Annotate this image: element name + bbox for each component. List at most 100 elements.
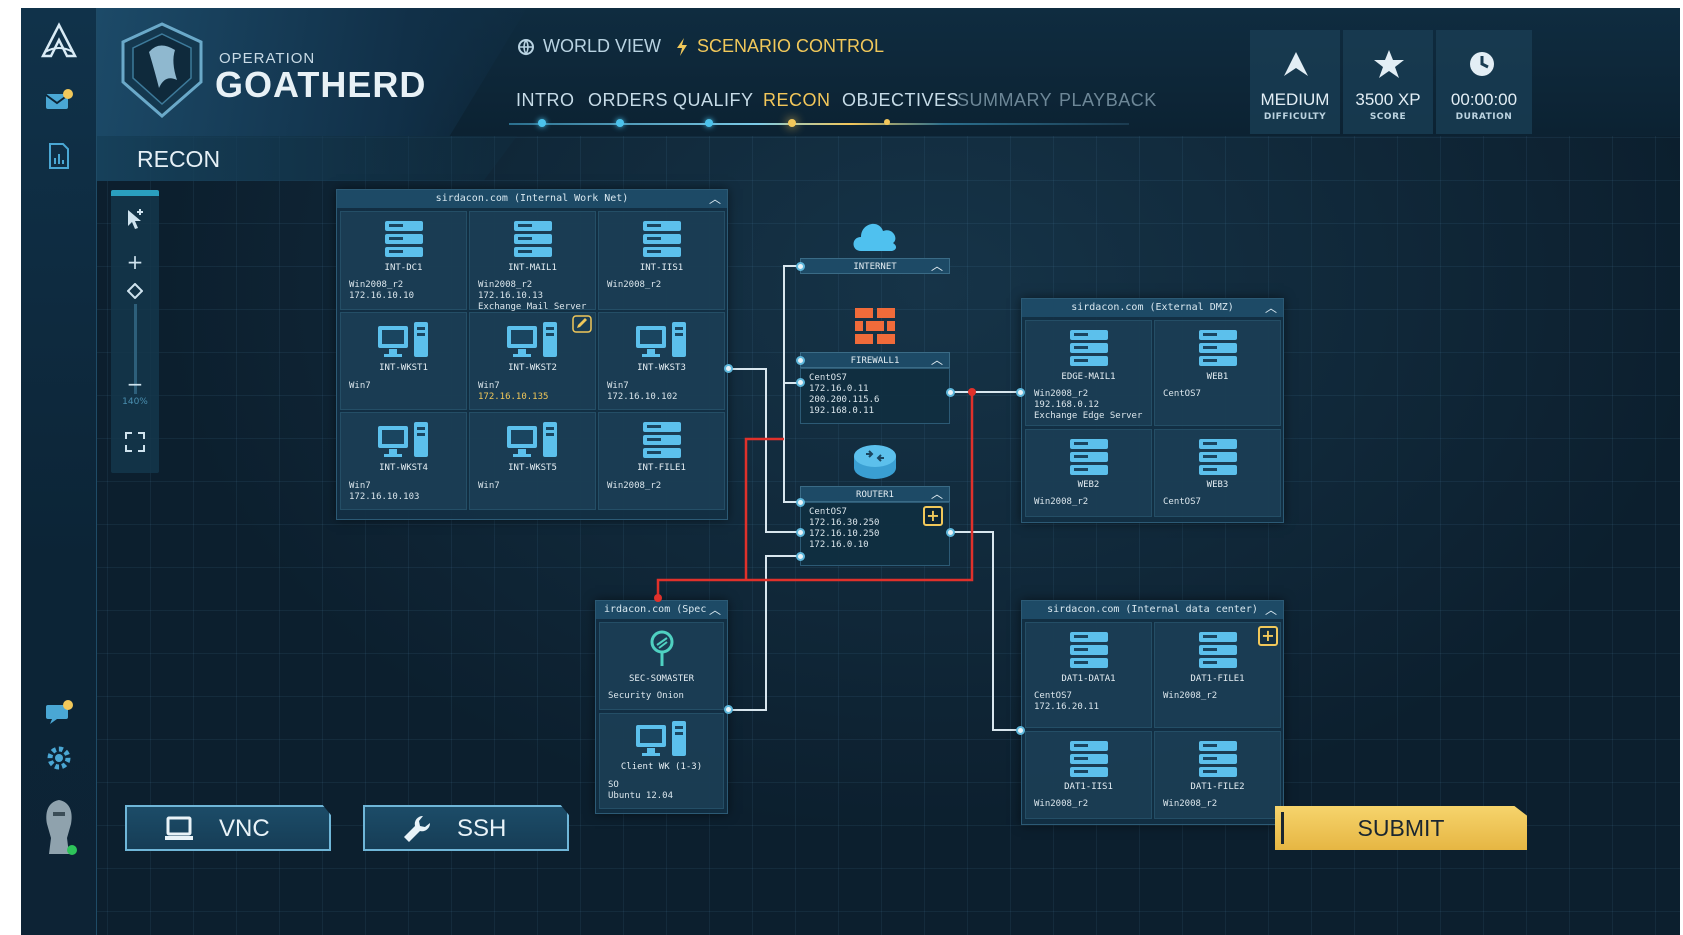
host-int-wkst3[interactable]: INT-WKST3 Win7 172.16.10.102 [598,312,725,410]
add-datacenter-note-button[interactable]: + [1258,626,1278,646]
lightning-icon [677,37,687,56]
port-dmz[interactable] [1016,388,1025,397]
collapse-caret-icon[interactable]: ︿ [709,190,721,208]
nav-tab-qualify[interactable]: QUALIFY [673,90,754,111]
node-firewall1[interactable]: FIREWALL1 ︿ [800,352,950,368]
port-firewall-out[interactable] [946,388,955,397]
nav-tab-summary[interactable]: SUMMARY [957,90,1052,111]
collapse-caret-icon[interactable]: ︿ [931,486,943,502]
port-firewall-in[interactable] [796,378,805,387]
ssh-button[interactable]: SSH [363,805,569,851]
server-icon [642,422,681,458]
host-int-wkst1[interactable]: INT-WKST1 Win7 [340,312,467,410]
host-dat1-file1[interactable]: + DAT1-FILE1 Win2008_r2 [1154,622,1281,728]
app-logo-icon[interactable] [39,22,79,62]
host-int-file1[interactable]: INT-FILE1 Win2008_r2 [598,412,725,510]
port-router-3[interactable] [796,552,805,561]
zoom-level: 140% [122,397,148,407]
panel-title[interactable]: sirdacon.com (Internal data center) ︿ [1022,601,1283,619]
report-icon[interactable] [39,136,79,176]
difficulty-value: MEDIUM [1260,90,1330,109]
collapse-caret-icon[interactable]: ︿ [1265,601,1277,619]
chat-icon[interactable] [39,692,79,732]
host-int-wkst2[interactable]: INT-WKST2 Win7 172.16.10.135 [469,312,596,410]
host-name: INT-WKST1 [379,363,428,373]
pointer-add-icon[interactable] [123,208,147,232]
server-icon [1069,330,1108,366]
settings-gear-icon[interactable] [39,738,79,778]
port-router-2[interactable] [796,528,805,537]
edit-pencil-icon[interactable] [572,315,592,333]
firewall-icon [855,308,895,344]
server-icon [1069,439,1108,475]
zoom-out-button[interactable]: − [123,372,147,396]
wire-worknet-router [729,368,800,533]
server-icon [1198,330,1237,366]
host-sec-somaster[interactable]: SEC-SOMASTER Security Onion [599,622,724,710]
host-web3[interactable]: WEB3 CentOS7 [1154,429,1281,517]
host-int-iis1[interactable]: INT-IIS1 Win2008_r2 [598,211,725,310]
host-int-mail1[interactable]: INT-MAIL1 Win2008_r2 172.16.10.13 Exchan… [469,211,596,312]
host-client-wk[interactable]: Client WK (1-3) SO Ubuntu 12.04 [599,713,724,809]
port-internet[interactable] [796,262,805,271]
node-internet-label: INTERNET [853,262,897,272]
submit-button[interactable]: SUBMIT [1275,806,1527,850]
port-router-out[interactable] [946,528,955,537]
port-spec-net[interactable] [724,705,733,714]
laptop-icon [165,816,193,840]
user-avatar[interactable] [39,798,79,858]
server-icon [1198,741,1237,777]
port-data-center[interactable] [1016,726,1025,735]
fullscreen-icon[interactable] [123,432,147,456]
server-icon [1198,632,1237,668]
zoom-reset-icon[interactable] [123,280,147,304]
host-int-wkst5[interactable]: INT-WKST5 Win7 [469,412,596,510]
host-dat1-file2[interactable]: DAT1-FILE2 Win2008_r2 [1154,731,1281,819]
host-edge-mail1[interactable]: EDGE-MAIL1 Win2008_r2 192.168.0.12 Excha… [1025,320,1152,426]
nav-tab-intro[interactable]: INTRO [516,90,575,111]
score-value: 3500 XP [1355,90,1421,109]
panel-title[interactable]: sirdacon.com (Internal Work Net) ︿ [337,190,727,208]
tab-scenario-control[interactable]: SCENARIO CONTROL [675,36,884,57]
nav-dot-recon [788,119,796,127]
host-os: CentOS7 [1034,691,1072,701]
port-router-1[interactable] [796,498,805,507]
host-name: WEB2 [1077,480,1100,490]
vnc-label: VNC [219,815,270,842]
port-firewall-top[interactable] [796,356,805,365]
left-rail [21,8,97,935]
collapse-caret-icon[interactable]: ︿ [931,258,943,274]
host-web1[interactable]: WEB1 CentOS7 [1154,320,1281,426]
node-router1[interactable]: ROUTER1 ︿ [800,486,950,502]
host-name: DAT1-FILE2 [1190,782,1245,792]
host-web2[interactable]: WEB2 Win2008_r2 [1025,429,1152,517]
add-router-note-button[interactable]: + [923,506,943,526]
host-os: Win2008_r2 [1034,799,1089,809]
port-worknet[interactable] [724,364,733,373]
nav-dot-qualify [705,119,713,127]
zoom-in-button[interactable]: + [123,250,147,274]
host-os: Win2008_r2 [607,481,662,491]
tab-world-view[interactable]: WORLD VIEW [517,36,661,57]
nav-tab-recon[interactable]: RECON [763,90,831,111]
nav-tab-objectives[interactable]: OBJECTIVES [842,90,959,111]
panel-title[interactable]: irdacon.com (Spec ︿ [596,601,727,619]
host-name: INT-WKST4 [379,463,428,473]
host-int-wkst4[interactable]: INT-WKST4 Win7 172.16.10.103 [340,412,467,510]
host-int-dc1[interactable]: INT-DC1 Win2008_r2 172.16.10.10 [340,211,467,310]
node-internet[interactable]: INTERNET ︿ [800,258,950,274]
panel-title-text: sirdacon.com (Internal data center) [1047,604,1258,615]
vnc-button[interactable]: VNC [125,805,331,851]
collapse-caret-icon[interactable]: ︿ [1265,299,1277,317]
nav-dot-intro [538,119,546,127]
host-ip: 172.16.10.10 [349,291,415,301]
page-title: RECON [137,146,221,172]
mail-icon[interactable] [39,80,79,120]
nav-tab-orders[interactable]: ORDERS [588,90,668,111]
collapse-caret-icon[interactable]: ︿ [709,601,721,619]
collapse-caret-icon[interactable]: ︿ [931,352,943,368]
nav-tab-playback[interactable]: PLAYBACK [1059,90,1157,111]
host-dat1-iis1[interactable]: DAT1-IIS1 Win2008_r2 [1025,731,1152,819]
host-dat1-data1[interactable]: DAT1-DATA1 CentOS7 172.16.20.11 [1025,622,1152,728]
panel-title[interactable]: sirdacon.com (External DMZ) ︿ [1022,299,1283,317]
